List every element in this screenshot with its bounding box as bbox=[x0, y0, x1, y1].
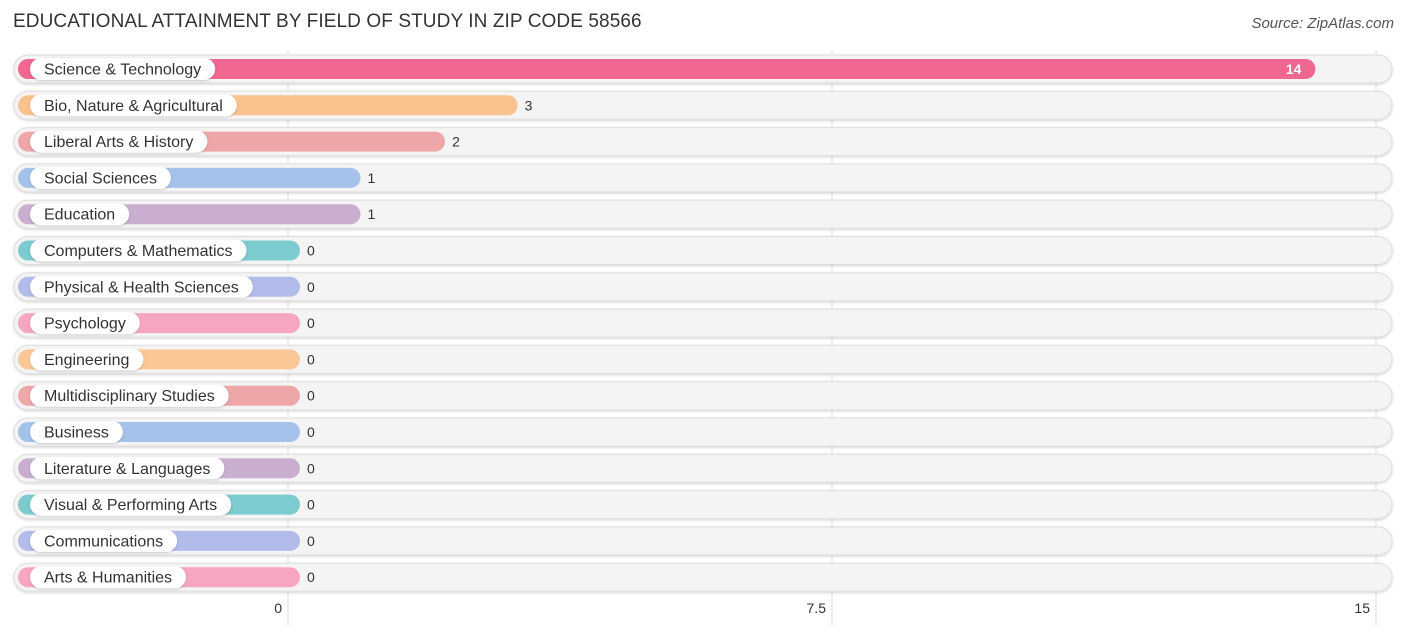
bar-row: Communications 0 bbox=[13, 526, 1393, 556]
x-tick-label: 0 bbox=[274, 600, 282, 616]
value-label: 0 bbox=[307, 243, 315, 259]
bar-row: Computers & Mathematics 0 bbox=[13, 236, 1393, 265]
bar-row: Physical & Health Sciences 0 bbox=[13, 272, 1393, 302]
bar-row: Science & Technology 14 bbox=[13, 54, 1393, 84]
bar-row: Engineering 0 bbox=[13, 344, 1393, 374]
value-label: 0 bbox=[307, 460, 315, 476]
category-label: Bio, Nature & Agricultural bbox=[44, 98, 223, 115]
category-label: Psychology bbox=[44, 316, 126, 333]
x-axis-ticks: 0 7.5 15 bbox=[274, 600, 1370, 616]
category-label: Literature & Languages bbox=[44, 461, 210, 478]
value-label: 0 bbox=[307, 351, 315, 367]
value-label: 1 bbox=[368, 206, 376, 222]
bar-row: Business 0 bbox=[13, 417, 1393, 447]
bar-rows: Science & Technology 14 Bio, Nature & Agri… bbox=[13, 54, 1393, 592]
category-label: Liberal Arts & History bbox=[44, 134, 193, 151]
bar-chart: Science & Technology 14 Bio, Nature & Agri… bbox=[13, 50, 1393, 626]
category-label: Physical & Health Sciences bbox=[44, 279, 239, 296]
value-label: 2 bbox=[452, 134, 460, 150]
value-label: 0 bbox=[307, 569, 315, 585]
bar-row: Social Sciences 1 bbox=[13, 163, 1393, 193]
x-tick-label: 7.5 bbox=[807, 600, 827, 616]
bar-row: Multidisciplinary Studies 0 bbox=[13, 381, 1393, 411]
value-label: 0 bbox=[307, 315, 315, 331]
bar-row: Arts & Humanities 0 bbox=[13, 562, 1393, 592]
category-label: Science & Technology bbox=[44, 62, 201, 79]
value-label: 0 bbox=[307, 533, 315, 549]
category-label: Business bbox=[44, 425, 109, 442]
category-label: Education bbox=[44, 207, 115, 224]
category-label: Social Sciences bbox=[44, 170, 157, 187]
bar-row: Education 1 bbox=[13, 199, 1393, 229]
value-label: 0 bbox=[307, 497, 315, 513]
value-label: 0 bbox=[307, 279, 315, 295]
bar-row: Literature & Languages 0 bbox=[13, 453, 1393, 483]
bar-row: Bio, Nature & Agricultural 3 bbox=[13, 90, 1393, 120]
value-label: 1 bbox=[368, 170, 376, 186]
bar-row: Liberal Arts & History 2 bbox=[13, 127, 1393, 157]
value-label: 0 bbox=[307, 388, 315, 404]
category-label: Visual & Performing Arts bbox=[44, 497, 217, 514]
bar-row: Visual & Performing Arts 0 bbox=[13, 490, 1393, 520]
category-label: Computers & Mathematics bbox=[44, 243, 233, 260]
value-label: 14 bbox=[1286, 61, 1302, 77]
category-label: Multidisciplinary Studies bbox=[44, 388, 215, 405]
value-label: 3 bbox=[525, 97, 533, 113]
category-label: Engineering bbox=[44, 352, 129, 369]
value-label: 0 bbox=[307, 424, 315, 440]
bar-row: Psychology 0 bbox=[13, 308, 1393, 338]
x-tick-label: 15 bbox=[1354, 600, 1370, 616]
category-label: Arts & Humanities bbox=[44, 570, 172, 587]
category-label: Communications bbox=[44, 533, 163, 550]
